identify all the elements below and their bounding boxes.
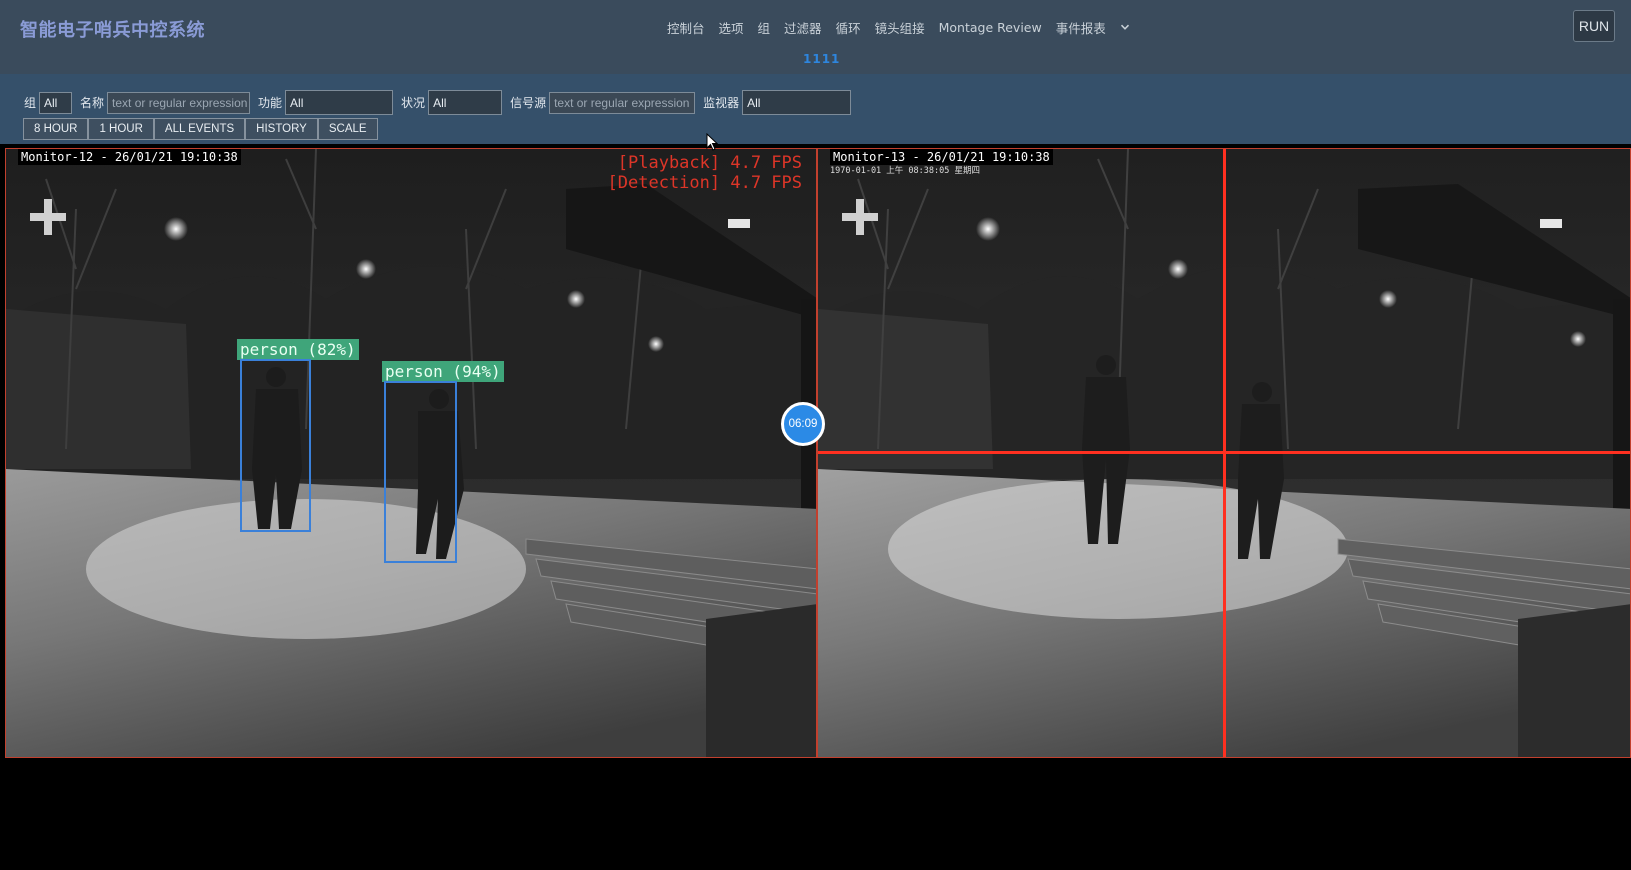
monitor-caption: Monitor-13 - 26/01/21 19:10:38 [830, 149, 1053, 165]
8-hour-button[interactable]: 8 HOUR [23, 118, 89, 140]
detection-box [240, 359, 311, 532]
group-filter-select[interactable]: All [39, 91, 73, 114]
filter-row: 组 All 名称 text or regular expression 功能 A… [24, 90, 852, 115]
nav-cycle[interactable]: 循环 [836, 18, 861, 37]
nav-options[interactable]: 选项 [719, 18, 744, 37]
monitor-12-feed[interactable]: Monitor-12 - 26/01/21 19:10:38 [Playback… [5, 148, 817, 758]
detection-box [384, 381, 457, 563]
source-filter-input[interactable]: text or regular expression [549, 91, 696, 114]
function-filter-label: 功能 [258, 96, 283, 110]
monitor-filter-bar: 组 All 名称 text or regular expression 功能 A… [0, 74, 1631, 144]
fps-overlay: [Playback] 4.7 FPS [Detection] 4.7 FPS [608, 153, 802, 193]
nav-montage[interactable]: 镜头组接 [875, 18, 925, 37]
countdown-timer-badge[interactable]: 06:09 [781, 402, 825, 446]
server-status: 1111 [803, 52, 841, 66]
name-filter-label: 名称 [80, 96, 105, 110]
nav-montage-review[interactable]: Montage Review [939, 20, 1042, 35]
brand-title[interactable]: 智能电子哨兵中控系统 [20, 16, 205, 42]
playback-fps: [Playback] 4.7 FPS [617, 153, 802, 173]
monitor-filter-select[interactable]: All [742, 90, 852, 115]
detection-label: person (82%) [237, 339, 359, 360]
all-events-button[interactable]: ALL EVENTS [153, 118, 246, 140]
monitor-filter-label: 监视器 [703, 96, 740, 110]
mouse-cursor-icon [706, 133, 718, 151]
nav-event-report[interactable]: 事件报表 [1056, 18, 1106, 37]
main-nav: 控制台 选项 组 过滤器 循环 镜头组接 Montage Review 事件报表 [667, 18, 1130, 37]
detection-fps: [Detection] 4.7 FPS [607, 173, 802, 193]
status-filter-select[interactable]: All [428, 90, 503, 115]
nav-filters[interactable]: 过滤器 [784, 18, 822, 37]
top-navbar: 智能电子哨兵中控系统 控制台 选项 组 过滤器 循环 镜头组接 Montage … [0, 0, 1631, 75]
detection-label: person (94%) [382, 361, 504, 382]
monitor-13-feed[interactable]: Monitor-13 - 26/01/21 19:10:38 1970-01-0… [817, 148, 1631, 758]
1-hour-button[interactable]: 1 HOUR [88, 118, 154, 140]
nav-console[interactable]: 控制台 [667, 18, 705, 37]
camera-osd-timestamp: 1970-01-01 上午 08:38:05 星期四 [830, 166, 980, 176]
monitor-caption: Monitor-12 - 26/01/21 19:10:38 [18, 149, 241, 165]
nav-groups[interactable]: 组 [758, 18, 771, 37]
chevron-down-icon [1120, 24, 1129, 30]
run-state-button[interactable]: RUN [1573, 10, 1615, 42]
timespan-buttons: 8 HOUR 1 HOUR ALL EVENTS HISTORY SCALE [23, 118, 378, 140]
nav-more-dropdown[interactable] [1120, 20, 1130, 35]
name-filter-input[interactable]: text or regular expression [107, 91, 251, 114]
function-filter-select[interactable]: All [285, 90, 394, 115]
status-filter-label: 状况 [401, 96, 426, 110]
group-filter-label: 组 [24, 96, 37, 110]
zone-line-horizontal [818, 451, 1630, 454]
source-filter-label: 信号源 [510, 96, 547, 110]
scale-button[interactable]: SCALE [317, 118, 378, 140]
history-button[interactable]: HISTORY [245, 118, 318, 140]
